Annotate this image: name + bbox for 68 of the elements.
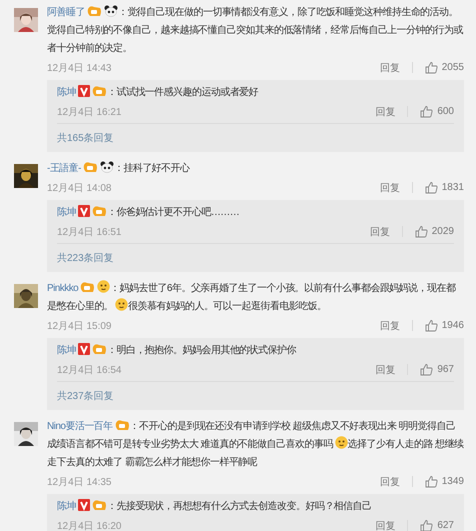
like-button[interactable]: 627 [420, 519, 454, 531]
reply-button[interactable]: 回复 [380, 60, 400, 74]
smiley-icon [334, 436, 348, 449]
smiley-icon [115, 298, 128, 311]
thumbs-up-icon [424, 319, 438, 332]
thumbs-up-icon [424, 61, 438, 74]
reply-button[interactable]: 回复 [380, 474, 400, 488]
reply-text: 陈坤 ：明白，抱抱你。妈妈会用其他的状式保护你 [57, 342, 298, 358]
like-button[interactable]: 600 [420, 105, 454, 118]
thumbs-up-icon [420, 105, 434, 118]
timestamp: 12月4日 16:21 [57, 106, 122, 118]
reply-button[interactable]: 回复 [375, 104, 396, 118]
like-button[interactable]: 1349 [424, 475, 464, 488]
level-badge-icon [86, 5, 102, 17]
verified-badge-icon [78, 205, 90, 217]
more-replies-link[interactable]: 共223条回复 [57, 253, 114, 264]
username-link[interactable]: Pinkkko [47, 283, 78, 294]
timestamp: 12月4日 16:51 [57, 226, 122, 238]
reply-text: 陈坤 ：先接受现状，再想想有什么方式去创造改变。好吗？相信自己 [57, 498, 373, 514]
username-link[interactable]: 陈坤 [57, 207, 76, 218]
username-link[interactable]: 陈坤 [57, 87, 76, 98]
username-link[interactable]: 阿善睡了 [47, 7, 85, 18]
verified-badge-icon [78, 343, 90, 355]
thumbs-up-icon [414, 225, 428, 238]
smiley-icon [97, 280, 110, 293]
username-link[interactable]: 陈坤 [57, 345, 76, 356]
timestamp: 12月4日 15:09 [47, 320, 112, 332]
timestamp: 12月4日 14:43 [47, 62, 112, 74]
thumbs-up-icon [424, 181, 438, 194]
panda-icon [100, 161, 114, 173]
comment-text: Nino要活一百年 ：不开心的是到现在还没有申请到学校 超级焦虑又不好表现出来 明明觉得自己成绩语言都不错可是转专业劣势太大 难道真的不能做自己喜欢的事吗 选择了少有人走的路 想继续走下去真的太难了 霸霸怎么样才能想你一样平静呢 [47, 418, 464, 470]
thumbs-up-icon [424, 475, 438, 488]
like-button[interactable]: 2029 [414, 225, 454, 238]
comment-text: 阿善睡了 ：觉得自己现在做的一切事情都没有意义，除了吃饭和睡觉这种维持生命的活动。觉得自己特别的不像自己，越来越搞不懂自己突如其来的低落情绪，经常后悔自己上一分钟的行为或者十分钟前的决定。 [47, 4, 464, 56]
timestamp: 12月4日 16:54 [57, 364, 122, 376]
timestamp: 12月4日 14:35 [47, 476, 112, 488]
reply-button[interactable]: 回复 [375, 518, 396, 531]
verified-badge-icon [78, 499, 90, 511]
level-badge-icon [92, 85, 107, 97]
reply-button[interactable]: 回复 [370, 224, 390, 238]
level-badge-icon [92, 205, 107, 217]
username-link[interactable]: 陈坤 [57, 501, 76, 512]
reply-button[interactable]: 回复 [375, 362, 396, 376]
more-replies-link[interactable]: 共237条回复 [57, 391, 114, 402]
verified-badge-icon [78, 85, 90, 97]
username-link[interactable]: Nino要活一百年 [47, 421, 113, 432]
comment-text: -王語童- ：挂科了好不开心 [47, 160, 191, 176]
like-button[interactable]: 1831 [424, 181, 464, 194]
like-button[interactable]: 2055 [424, 61, 464, 74]
reply-text: 陈坤 ：试试找一件感兴趣的运动或者爱好 [57, 84, 260, 100]
level-badge-icon [92, 343, 107, 355]
username-link[interactable]: -王語童- [47, 163, 81, 174]
comment-text: Pinkkko ：妈妈去世了6年。父亲再婚了生了一个小孩。以前有什么事都会跟妈妈说，现在都是憋在心里的。 很羡慕有妈妈的人。可以一起逛街看电影吃饭。 [47, 280, 464, 316]
more-replies-link[interactable]: 共165条回复 [57, 133, 114, 144]
timestamp: 12月4日 16:20 [57, 520, 122, 531]
timestamp: 12月4日 14:08 [47, 182, 112, 194]
panda-icon [104, 5, 118, 17]
level-badge-icon [92, 499, 107, 511]
level-badge-icon [82, 161, 98, 173]
like-button[interactable]: 1946 [424, 319, 464, 332]
reply-button[interactable]: 回复 [380, 318, 400, 332]
reply-button[interactable]: 回复 [380, 180, 400, 194]
level-badge-icon [80, 281, 96, 293]
reply-text: 陈坤 ：你爸妈估计更不开心吧……… [57, 204, 240, 220]
thumbs-up-icon [420, 363, 434, 376]
level-badge-icon [114, 419, 130, 431]
thumbs-up-icon [420, 519, 434, 531]
like-button[interactable]: 967 [420, 363, 454, 376]
